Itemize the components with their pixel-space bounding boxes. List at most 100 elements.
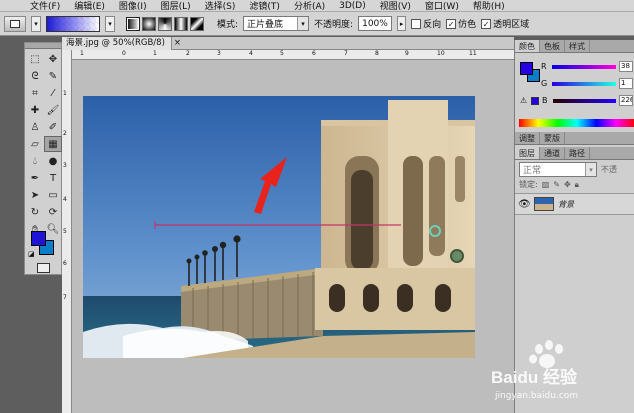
document-tab[interactable]: 海景.jpg @ 50%(RGB/8) bbox=[62, 36, 172, 50]
quick-select-icon[interactable]: ✎ bbox=[44, 68, 62, 84]
tool-preset-picker[interactable] bbox=[4, 15, 26, 32]
lock-label: 锁定: bbox=[519, 180, 538, 189]
menu-analysis[interactable]: 分析(A) bbox=[294, 0, 325, 12]
default-colors-icon[interactable]: ◪ bbox=[28, 250, 35, 258]
red-slider[interactable] bbox=[552, 64, 616, 69]
foreground-color-swatch[interactable] bbox=[31, 231, 46, 246]
gradient-swatch[interactable] bbox=[46, 15, 100, 32]
lasso-icon[interactable]: ᘓ bbox=[26, 68, 44, 84]
blue-slider[interactable] bbox=[553, 98, 616, 103]
watermark-brand: Baidu 经验 bbox=[491, 368, 577, 387]
radial-gradient-button[interactable] bbox=[142, 16, 156, 31]
ruler-v-label: 4 bbox=[63, 196, 67, 203]
tab-channels[interactable]: 通道 bbox=[540, 147, 565, 159]
menu-layer[interactable]: 图层(L) bbox=[161, 0, 191, 12]
lock-transparent-icon[interactable]: ▨ bbox=[542, 180, 550, 189]
tool-grid: ⬚ ✥ ᘓ ✎ ⌗ ⁄ ✚ 🖌︎ ♙ ✐ ▱ ▦ 💧︎ ● ✒ T ➤ ▭ ↻ … bbox=[25, 49, 62, 239]
color-spectrum-bar[interactable] bbox=[519, 119, 634, 127]
close-icon[interactable]: × bbox=[172, 37, 183, 50]
menu-view[interactable]: 视图(V) bbox=[380, 0, 411, 12]
history-brush-icon[interactable]: ✐ bbox=[44, 119, 62, 135]
lock-all-icon[interactable]: 🔒︎ bbox=[575, 180, 579, 190]
ruler-h-label: 0 bbox=[122, 50, 126, 57]
dither-checkbox[interactable]: ✓ 仿色 bbox=[446, 17, 476, 30]
preset-dropdown-arrow[interactable]: ▾ bbox=[31, 15, 41, 32]
tab-styles[interactable]: 样式 bbox=[565, 40, 590, 52]
dodge-icon[interactable]: ● bbox=[44, 153, 62, 169]
reflected-gradient-button[interactable] bbox=[174, 16, 188, 31]
path-select-icon[interactable]: ➤ bbox=[26, 187, 44, 203]
lock-image-icon[interactable]: ✎ bbox=[553, 180, 560, 189]
layer-row-background[interactable]: 👁︎ 背景 bbox=[515, 193, 634, 215]
document-window: 海景.jpg @ 50%(RGB/8) × 1 0 1 2 3 4 5 6 7 … bbox=[62, 36, 514, 413]
type-icon[interactable]: T bbox=[44, 170, 62, 186]
eye-icon[interactable]: 👁︎ bbox=[518, 199, 531, 210]
dither-label: 仿色 bbox=[458, 20, 477, 30]
opacity-slider-arrow[interactable]: ▸ bbox=[397, 16, 407, 31]
move-icon[interactable]: ✥ bbox=[44, 51, 62, 67]
red-value[interactable]: 38 bbox=[619, 61, 633, 72]
panel-foreground-swatch[interactable] bbox=[520, 62, 533, 75]
lock-position-icon[interactable]: ✥ bbox=[564, 180, 571, 189]
toolbox: ⬚ ✥ ᘓ ✎ ⌗ ⁄ ✚ 🖌︎ ♙ ✐ ▱ ▦ 💧︎ ● ✒ T ➤ ▭ ↻ … bbox=[24, 42, 62, 275]
menu-bar: 文件(F) 编辑(E) 图像(I) 图层(L) 选择(S) 滤镜(T) 分析(A… bbox=[0, 0, 634, 12]
menu-filter[interactable]: 滤镜(T) bbox=[249, 0, 280, 12]
seascape-photo bbox=[83, 96, 475, 358]
marquee-icon[interactable]: ⬚ bbox=[26, 51, 44, 67]
eyedropper-icon[interactable]: ⁄ bbox=[44, 85, 62, 101]
ruler-h-label: 10 bbox=[437, 50, 445, 57]
transparency-checkbox[interactable]: ✓ 透明区域 bbox=[481, 17, 529, 30]
layer-name[interactable]: 背景 bbox=[558, 199, 574, 210]
ruler-v-label: 5 bbox=[63, 228, 67, 235]
eraser-icon[interactable]: ▱ bbox=[26, 136, 44, 152]
orbit-3d-icon[interactable]: ⟳ bbox=[44, 204, 62, 220]
blend-mode-value: 正片叠底 bbox=[247, 20, 284, 30]
menu-edit[interactable]: 编辑(E) bbox=[74, 0, 105, 12]
green-value[interactable]: 1 bbox=[619, 78, 633, 89]
canvas-image[interactable] bbox=[83, 96, 475, 358]
mode-label: 模式: bbox=[217, 20, 239, 30]
layer-blend-select[interactable]: 正常 ▾ bbox=[519, 162, 597, 177]
crop-icon[interactable]: ⌗ bbox=[26, 85, 44, 101]
menu-file[interactable]: 文件(F) bbox=[30, 0, 60, 12]
tab-paths[interactable]: 路径 bbox=[565, 147, 590, 159]
zoom-icon[interactable]: 🔍︎ bbox=[44, 221, 62, 237]
menu-help[interactable]: 帮助(H) bbox=[473, 0, 505, 12]
opacity-input[interactable]: 100% bbox=[358, 16, 393, 31]
gradient-dropdown-arrow[interactable]: ▾ bbox=[105, 15, 115, 32]
stamp-icon[interactable]: ♙ bbox=[26, 119, 44, 135]
rotate-3d-icon[interactable]: ↻ bbox=[26, 204, 44, 220]
linear-gradient-button[interactable] bbox=[126, 16, 140, 31]
gradient-icon[interactable]: ▦ bbox=[44, 136, 62, 152]
tab-swatches[interactable]: 色板 bbox=[540, 40, 565, 52]
tab-masks[interactable]: 蒙版 bbox=[540, 132, 565, 144]
transparency-check-box[interactable]: ✓ bbox=[481, 18, 492, 29]
reverse-checkbox[interactable]: 反向 bbox=[411, 17, 441, 30]
gamut-swatch[interactable] bbox=[531, 96, 539, 105]
menu-3d[interactable]: 3D(D) bbox=[339, 1, 366, 11]
brush-icon[interactable]: 🖌︎ bbox=[44, 102, 62, 118]
tab-layers[interactable]: 图层 bbox=[515, 147, 540, 159]
ruler-h-label: 7 bbox=[344, 50, 348, 57]
ruler-v-label: 3 bbox=[63, 162, 67, 169]
reverse-check-box[interactable] bbox=[411, 18, 422, 29]
menu-image[interactable]: 图像(I) bbox=[119, 0, 147, 12]
blur-icon[interactable]: 💧︎ bbox=[26, 153, 44, 169]
diamond-gradient-button[interactable] bbox=[190, 16, 204, 31]
shape-icon[interactable]: ▭ bbox=[44, 187, 62, 203]
green-slider[interactable] bbox=[552, 81, 616, 86]
pen-icon[interactable]: ✒ bbox=[26, 170, 44, 186]
blend-mode-select[interactable]: 正片叠底 ▾ bbox=[243, 16, 310, 31]
angle-gradient-button[interactable] bbox=[158, 16, 172, 31]
blue-value[interactable]: 226 bbox=[619, 95, 633, 106]
menu-window[interactable]: 窗口(W) bbox=[425, 0, 459, 12]
warning-icon[interactable]: ⚠ bbox=[520, 96, 528, 105]
menu-select[interactable]: 选择(S) bbox=[205, 0, 236, 12]
tab-adjustments[interactable]: 调整 bbox=[515, 132, 540, 144]
dither-check-box[interactable]: ✓ bbox=[446, 18, 457, 29]
layers-panel-tabs: 图层 通道 路径 bbox=[515, 147, 634, 160]
ruler-v-label: 1 bbox=[63, 90, 67, 97]
tab-color[interactable]: 颜色 bbox=[515, 40, 540, 52]
healing-icon[interactable]: ✚ bbox=[26, 102, 44, 118]
quick-mask-icon[interactable] bbox=[37, 263, 50, 273]
